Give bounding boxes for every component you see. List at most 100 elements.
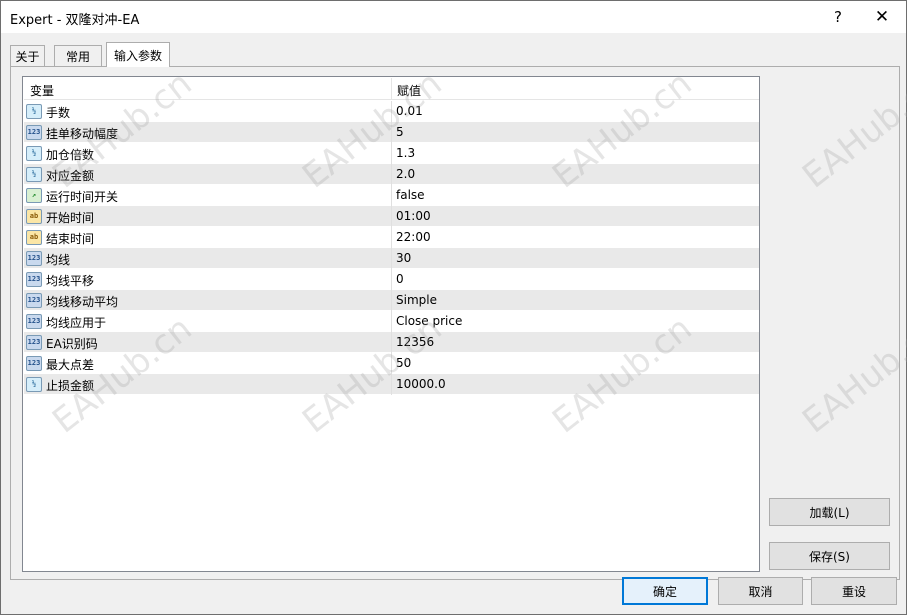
table-row[interactable]: ↗ 运行时间开关 false: [24, 185, 759, 206]
parameter-name: 最大点差: [46, 358, 95, 372]
bool-icon: ↗: [26, 188, 42, 203]
table-row[interactable]: ab 结束时间 22:00: [24, 227, 759, 248]
parameter-name: 均线: [46, 253, 71, 267]
variable-cell[interactable]: 123 挂单移动幅度: [24, 122, 391, 143]
column-divider: [391, 290, 392, 311]
parameter-value[interactable]: false: [396, 188, 425, 202]
column-divider: [391, 248, 392, 269]
fraction-icon: ½: [26, 167, 42, 182]
parameter-value[interactable]: Simple: [396, 293, 437, 307]
variable-cell[interactable]: ½ 加仓倍数: [24, 143, 391, 164]
column-divider: [391, 269, 392, 290]
integer-icon: 123: [26, 335, 42, 350]
close-icon: ✕: [874, 7, 890, 27]
parameter-name: 结束时间: [46, 232, 95, 246]
string-icon: ab: [26, 230, 42, 245]
table-row[interactable]: 123 最大点差 50: [24, 353, 759, 374]
variable-cell[interactable]: 123 均线应用于: [24, 311, 391, 332]
column-divider: [391, 206, 392, 227]
table-row[interactable]: ½ 加仓倍数 1.3: [24, 143, 759, 164]
parameter-value[interactable]: 01:00: [396, 209, 431, 223]
column-divider: [391, 353, 392, 374]
parameter-name: 挂单移动幅度: [46, 127, 119, 141]
parameter-value[interactable]: 12356: [396, 335, 434, 349]
table-row[interactable]: ab 开始时间 01:00: [24, 206, 759, 227]
column-divider[interactable]: [391, 78, 392, 100]
table-row[interactable]: 123 均线应用于 Close price: [24, 311, 759, 332]
variable-cell[interactable]: 123 均线移动平均: [24, 290, 391, 311]
parameter-value[interactable]: 22:00: [396, 230, 431, 244]
variable-cell[interactable]: ½ 对应金额: [24, 164, 391, 185]
parameter-value[interactable]: 1.3: [396, 146, 415, 160]
help-icon: ?: [834, 8, 842, 26]
integer-icon: 123: [26, 356, 42, 371]
variable-cell[interactable]: ↗ 运行时间开关: [24, 185, 391, 206]
parameter-name: EA识别码: [46, 337, 98, 351]
parameter-value[interactable]: Close price: [396, 314, 462, 328]
reset-button[interactable]: 重设: [811, 577, 897, 605]
integer-icon: 123: [26, 272, 42, 287]
variable-cell[interactable]: 123 均线: [24, 248, 391, 269]
parameter-value[interactable]: 50: [396, 356, 411, 370]
parameter-value[interactable]: 30: [396, 251, 411, 265]
fraction-icon: ½: [26, 104, 42, 119]
column-divider: [391, 185, 392, 206]
variable-cell[interactable]: 123 EA识别码: [24, 332, 391, 353]
parameter-name: 均线移动平均: [46, 295, 119, 309]
load-button[interactable]: 加载(L): [769, 498, 890, 526]
window-title: Expert - 双隆对冲-EA: [10, 13, 140, 28]
variable-cell[interactable]: ab 结束时间: [24, 227, 391, 248]
column-divider: [391, 143, 392, 164]
parameter-name: 开始时间: [46, 211, 95, 225]
column-divider: [391, 332, 392, 353]
table-row[interactable]: ½ 止损金额 10000.0: [24, 374, 759, 395]
tab-common[interactable]: 常用: [54, 45, 102, 66]
table-row[interactable]: 123 均线平移 0: [24, 269, 759, 290]
integer-icon: 123: [26, 293, 42, 308]
integer-icon: 123: [26, 314, 42, 329]
column-divider: [391, 374, 392, 395]
parameter-name: 运行时间开关: [46, 190, 119, 204]
variable-cell[interactable]: ½ 手数: [24, 101, 391, 122]
grid-header: 变量 赋值: [24, 78, 759, 100]
integer-icon: 123: [26, 125, 42, 140]
column-divider: [391, 164, 392, 185]
column-divider: [391, 101, 392, 122]
tab-about[interactable]: 关于: [10, 45, 45, 66]
parameter-value[interactable]: 0.01: [396, 104, 423, 118]
variable-cell[interactable]: ½ 止损金额: [24, 374, 391, 395]
table-row[interactable]: 123 均线 30: [24, 248, 759, 269]
parameter-name: 均线平移: [46, 274, 95, 288]
string-icon: ab: [26, 209, 42, 224]
parameter-name: 加仓倍数: [46, 148, 95, 162]
table-row[interactable]: 123 挂单移动幅度 5: [24, 122, 759, 143]
integer-icon: 123: [26, 251, 42, 266]
variable-cell[interactable]: ab 开始时间: [24, 206, 391, 227]
column-header-variable[interactable]: 变量: [30, 82, 54, 99]
close-button[interactable]: ✕: [860, 1, 904, 33]
tab-inputs[interactable]: 输入参数: [106, 42, 170, 67]
parameter-name: 手数: [46, 106, 71, 120]
parameters-grid[interactable]: 变量 赋值 ½ 手数 0.01 123 挂单移动幅度 5 ½ 加仓倍数 1.3 ½ 对应金额 2.0 ↗…: [22, 76, 760, 572]
save-button[interactable]: 保存(S): [769, 542, 890, 570]
help-button[interactable]: ?: [816, 1, 860, 33]
table-row[interactable]: ½ 手数 0.01: [24, 101, 759, 122]
variable-cell[interactable]: 123 均线平移: [24, 269, 391, 290]
table-row[interactable]: ½ 对应金额 2.0: [24, 164, 759, 185]
ok-button[interactable]: 确定: [622, 577, 708, 605]
title-bar: Expert - 双隆对冲-EA ? ✕: [1, 1, 906, 33]
parameter-name: 止损金额: [46, 379, 95, 393]
parameter-value[interactable]: 2.0: [396, 167, 415, 181]
parameter-value[interactable]: 10000.0: [396, 377, 446, 391]
parameter-value[interactable]: 5: [396, 125, 404, 139]
variable-cell[interactable]: 123 最大点差: [24, 353, 391, 374]
parameter-name: 均线应用于: [46, 316, 107, 330]
parameter-value[interactable]: 0: [396, 272, 404, 286]
cancel-button[interactable]: 取消: [718, 577, 803, 605]
expert-dialog: Expert - 双隆对冲-EA ? ✕ 关于 常用 输入参数 变量 赋值 ½手…: [0, 0, 907, 615]
column-header-value[interactable]: 赋值: [397, 82, 421, 99]
table-row[interactable]: 123 均线移动平均 Simple: [24, 290, 759, 311]
fraction-icon: ½: [26, 377, 42, 392]
column-divider: [391, 122, 392, 143]
table-row[interactable]: 123 EA识别码 12356: [24, 332, 759, 353]
